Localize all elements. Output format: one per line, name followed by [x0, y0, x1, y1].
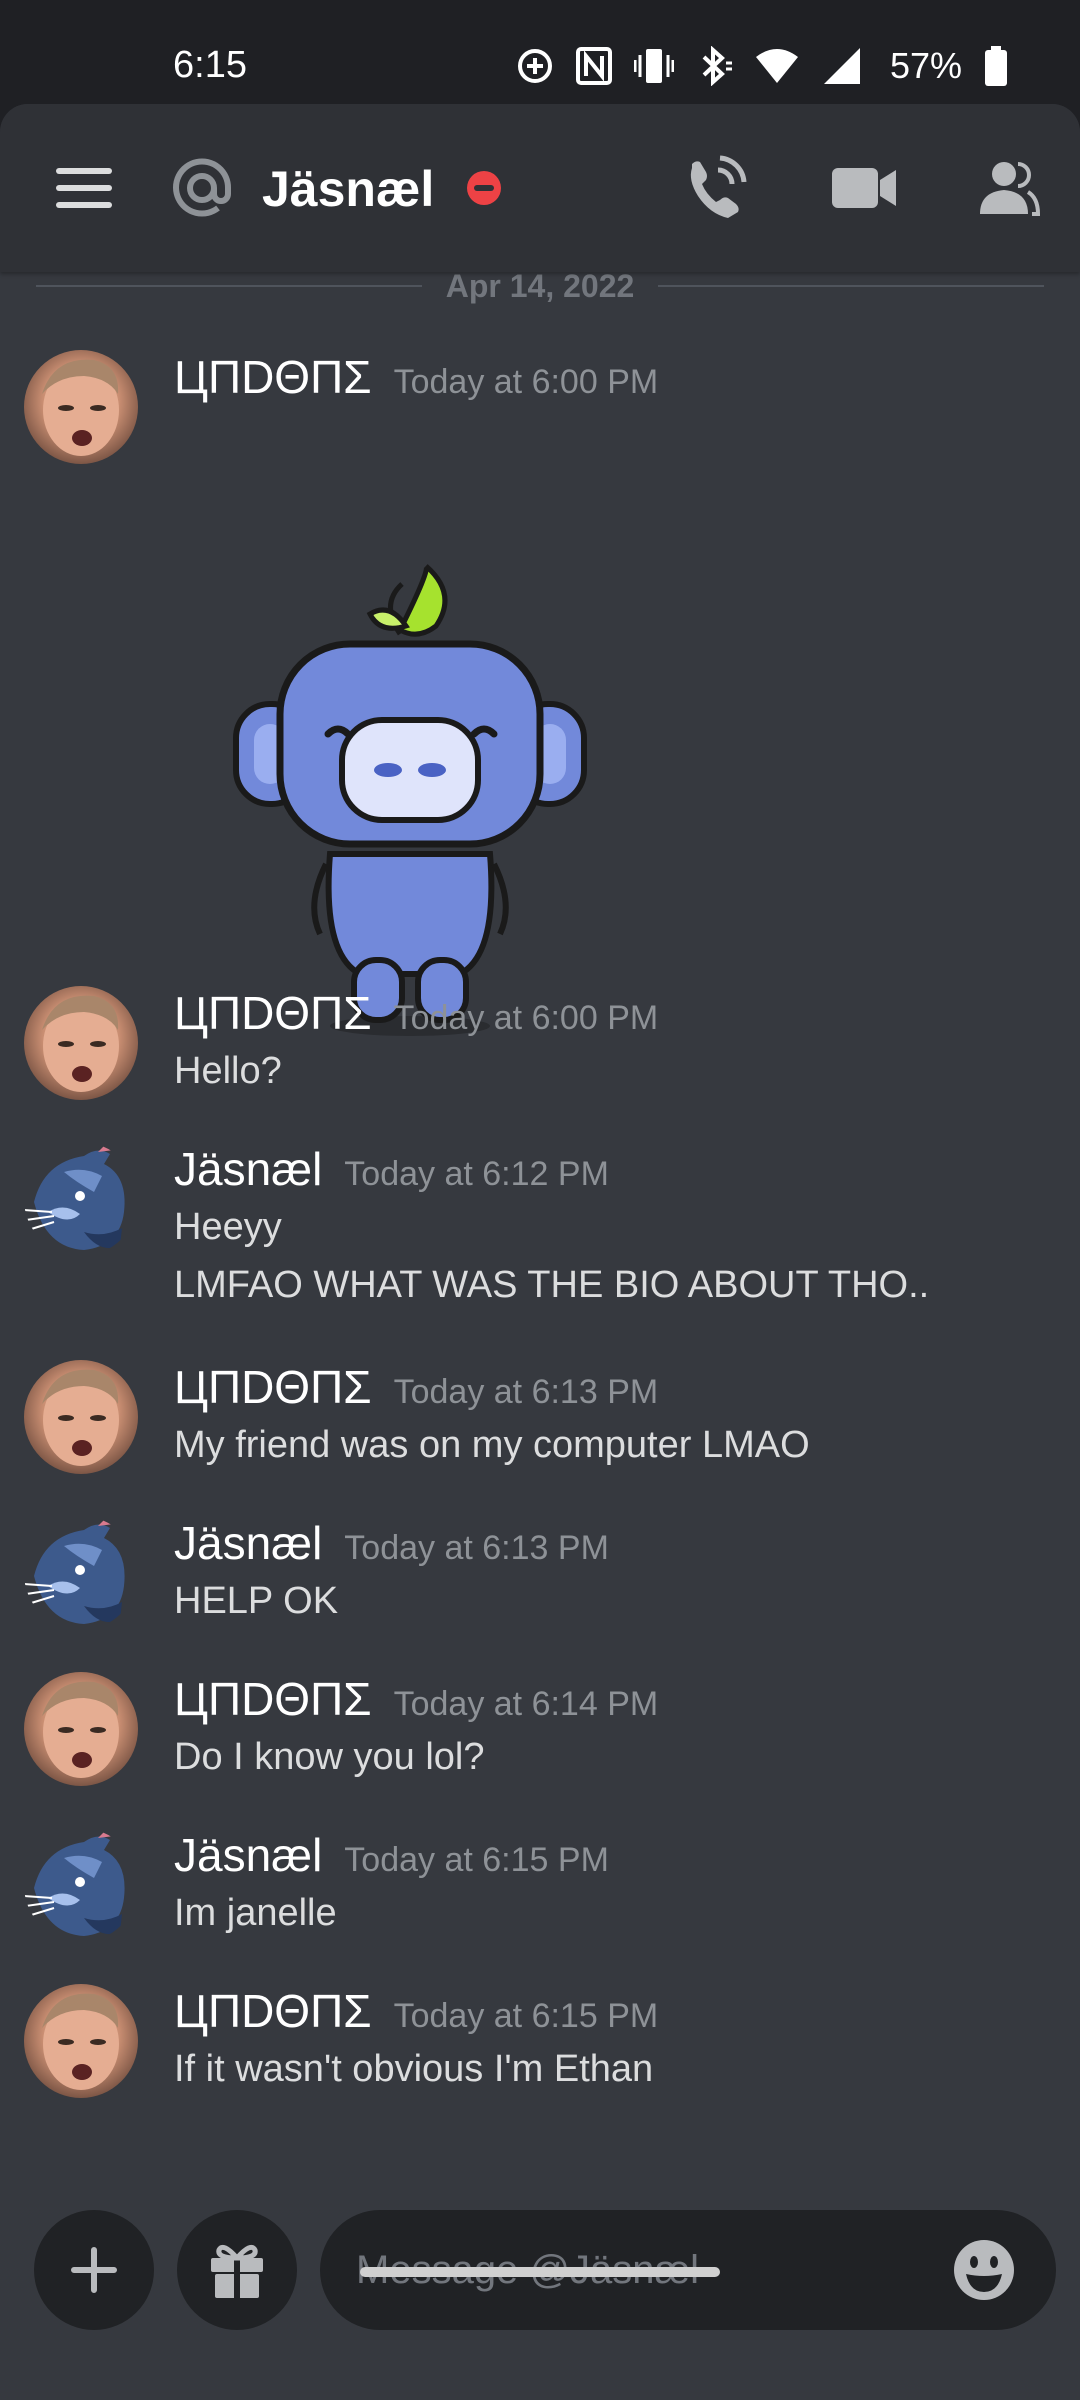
username[interactable]: ЦПDΘПΣ	[174, 350, 372, 404]
status-time: 6:15	[173, 44, 247, 86]
gift-button[interactable]	[177, 2210, 297, 2330]
chat-panel: Jäsnæl Apr 14, 2022 ЦПDΘПΣ Today at 6:00…	[0, 104, 1080, 2400]
message-header: ЦПDΘПΣ Today at 6:00 PM	[174, 350, 658, 404]
plus-icon	[71, 2247, 117, 2293]
message-text: Do I know you lol?	[174, 1736, 485, 1778]
message-text: HELP OK	[174, 1580, 339, 1622]
date-divider-text: Apr 14, 2022	[445, 267, 635, 304]
avatar[interactable]	[24, 350, 138, 464]
channel-header: Jäsnæl	[0, 104, 1080, 272]
status-icons: 57%	[516, 44, 1008, 88]
avatar[interactable]	[24, 1672, 138, 1786]
video-call-icon[interactable]	[832, 166, 896, 210]
message-header: ЦПDΘПΣ Today at 6:14 PM	[174, 1672, 658, 1726]
message-text: My friend was on my computer LMAO	[174, 1424, 810, 1466]
members-icon[interactable]	[976, 160, 1040, 216]
timestamp: Today at 6:14 PM	[393, 1685, 659, 1723]
message-text: If it wasn't obvious I'm Ethan	[174, 2048, 654, 2090]
username[interactable]: ЦПDΘПΣ	[174, 986, 372, 1040]
menu-icon[interactable]	[56, 168, 112, 208]
channel-title: Jäsnæl	[262, 161, 435, 217]
avatar[interactable]	[24, 1984, 138, 2098]
message-header: Jäsnæl Today at 6:15 PM	[174, 1828, 609, 1882]
avatar[interactable]	[24, 1360, 138, 1474]
vibrate-icon	[633, 49, 674, 83]
do-not-disturb-icon	[467, 171, 501, 205]
signal-icon	[823, 48, 860, 84]
username[interactable]: ЦПDΘПΣ	[174, 1672, 372, 1726]
voice-call-icon[interactable]	[684, 154, 748, 222]
avatar[interactable]	[24, 1142, 138, 1256]
timestamp: Today at 6:00 PM	[393, 363, 659, 401]
message-text: Im janelle	[174, 1892, 337, 1934]
username[interactable]: ЦПDΘПΣ	[174, 1984, 372, 2038]
message-text: LMFAO WHAT WAS THE BIO ABOUT THO..	[174, 1264, 930, 1306]
message-header: Jäsnæl Today at 6:12 PM	[174, 1142, 609, 1196]
message-header: Jäsnæl Today at 6:13 PM	[174, 1516, 609, 1570]
avatar[interactable]	[24, 986, 138, 1100]
wifi-icon	[755, 49, 798, 83]
bluetooth-icon	[702, 46, 732, 86]
timestamp: Today at 6:13 PM	[344, 1529, 609, 1567]
username[interactable]: Jäsnæl	[174, 1828, 322, 1882]
avatar[interactable]	[24, 1516, 138, 1630]
message-header: ЦПDΘПΣ Today at 6:00 PM	[174, 986, 658, 1040]
emoji-icon[interactable]	[952, 2238, 1016, 2302]
message-text: Hello?	[174, 1050, 282, 1092]
message-text: Heeyy	[174, 1206, 282, 1248]
timestamp: Today at 6:15 PM	[393, 1997, 659, 2035]
sync-icon	[517, 49, 552, 83]
timestamp: Today at 6:00 PM	[393, 999, 659, 1037]
message-header: ЦПDΘПΣ Today at 6:13 PM	[174, 1360, 658, 1414]
username[interactable]: ЦПDΘПΣ	[174, 1360, 372, 1414]
battery-icon	[985, 46, 1007, 86]
nfc-icon	[575, 47, 612, 85]
wumpus-sticker[interactable]	[230, 564, 590, 1044]
add-attachment-button[interactable]	[34, 2210, 154, 2330]
at-icon	[173, 158, 232, 217]
home-indicator[interactable]	[360, 2267, 720, 2277]
timestamp: Today at 6:15 PM	[344, 1841, 609, 1879]
username[interactable]: Jäsnæl	[174, 1516, 322, 1570]
timestamp: Today at 6:12 PM	[344, 1155, 609, 1193]
timestamp: Today at 6:13 PM	[393, 1373, 659, 1411]
status-bar: 6:15 57%	[0, 0, 1080, 104]
avatar[interactable]	[24, 1828, 138, 1942]
message-header: ЦПDΘПΣ Today at 6:15 PM	[174, 1984, 658, 2038]
battery-percent: 57%	[889, 45, 962, 86]
gift-icon	[211, 2244, 263, 2298]
username[interactable]: Jäsnæl	[174, 1142, 322, 1196]
